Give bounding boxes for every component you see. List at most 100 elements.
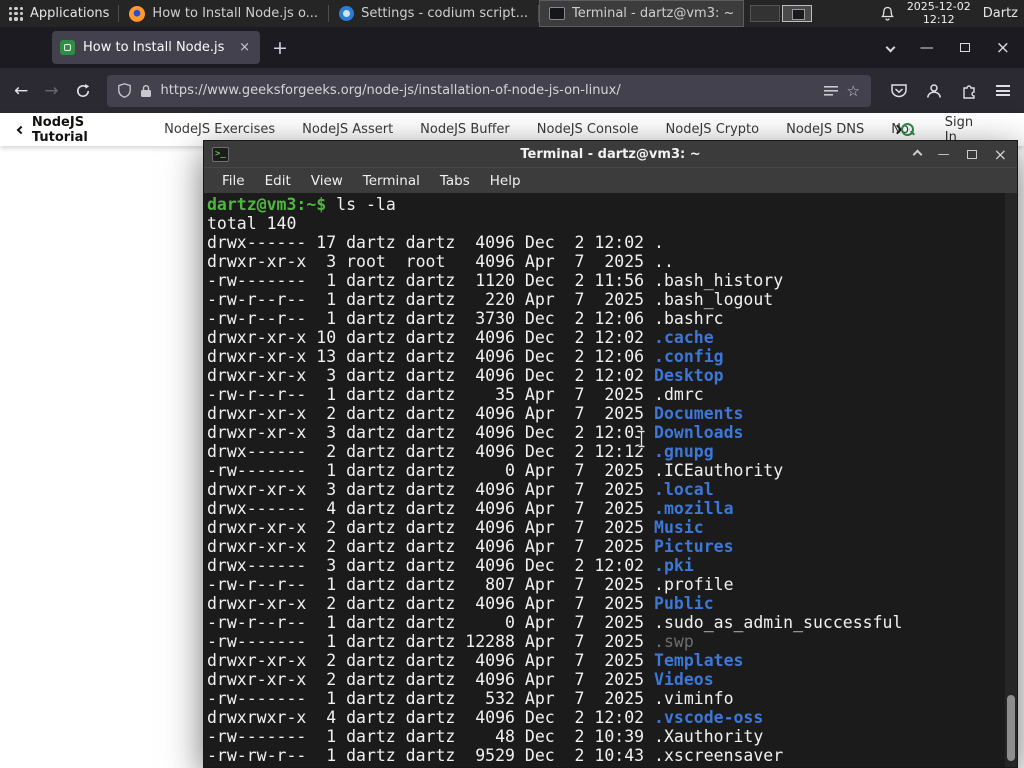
ls-file-name: .local	[654, 480, 714, 499]
terminal-scrollbar-thumb[interactable]	[1007, 695, 1015, 761]
terminal-output-line: -rw-r--r-- 1 dartz dartz 220 Apr 7 2025 …	[207, 290, 1003, 309]
pocket-icon[interactable]	[891, 83, 907, 98]
site-nav-item[interactable]: NodeJS DNS	[786, 122, 864, 137]
workspace-2[interactable]	[782, 5, 813, 22]
site-nav-item[interactable]: NodeJS Buffer	[420, 122, 510, 137]
site-nav-back[interactable]: NodeJS Tutorial	[16, 115, 142, 145]
site-nav-item[interactable]: NodeJS Console	[537, 122, 639, 137]
terminal-menu-tabs[interactable]: Tabs	[430, 173, 480, 189]
menu-hamburger-icon[interactable]	[996, 85, 1010, 96]
terminal-close-button[interactable]: ×	[994, 145, 1007, 164]
workspace-switcher[interactable]	[750, 5, 813, 22]
terminal-output-line: -rw------- 1 dartz dartz 532 Apr 7 2025 …	[207, 689, 1003, 708]
ls-line-meta: drwxr-xr-x 3 dartz dartz 4096 Apr 7 2025	[207, 480, 655, 499]
ls-line-meta: -rw------- 1 dartz dartz 48 Dec 2 10:39	[207, 727, 655, 746]
tabbar-controls: — ×	[885, 38, 1024, 58]
new-tab-button[interactable]: +	[260, 37, 300, 59]
reader-view-icon[interactable]	[823, 85, 838, 97]
window-minimize-button[interactable]: —	[920, 40, 934, 56]
terminal-menu-file[interactable]: File	[212, 173, 255, 189]
terminal-output-line: drwxr-xr-x 3 root root 4096 Apr 7 2025 .…	[207, 252, 1003, 271]
ls-line-meta: -rw-r--r-- 1 dartz dartz 3730 Dec 2 12:0…	[207, 309, 655, 328]
system-bar: Applications How to Install Node.js o...…	[0, 0, 1024, 27]
tracking-shield-icon[interactable]	[117, 83, 131, 98]
browser-tab[interactable]: How to Install Node.js on ×	[52, 31, 260, 64]
back-button[interactable]: ←	[14, 81, 28, 101]
site-nav-item[interactable]: NodeJS Assert	[302, 122, 393, 137]
ls-file-name: ..	[654, 252, 674, 271]
ls-file-name: Music	[654, 518, 704, 537]
site-nav-items: NodeJS Exercises NodeJS Assert NodeJS Buff…	[164, 122, 910, 137]
terminal-menu-terminal[interactable]: Terminal	[353, 173, 430, 189]
terminal-scrollbar[interactable]	[1005, 193, 1017, 767]
terminal-output-line: total 140	[207, 214, 1003, 233]
list-tabs-chevron-icon[interactable]	[885, 42, 896, 53]
taskbar-item-settings[interactable]: Settings - codium script...	[329, 0, 538, 27]
terminal-minimize-button[interactable]: —	[938, 147, 950, 161]
ls-line-meta: drwx------ 17 dartz dartz 4096 Dec 2 12:…	[207, 233, 655, 252]
terminal-menu-view[interactable]: View	[301, 173, 353, 189]
browser-tab-bar: How to Install Node.js on × + — ×	[0, 27, 1024, 68]
clock-date: 2025-12-02	[906, 0, 971, 13]
workspace-1[interactable]	[750, 5, 781, 22]
shell-command: ls -la	[326, 195, 396, 214]
user-name[interactable]: Dartz	[983, 6, 1018, 21]
applications-menu[interactable]: Applications	[0, 0, 118, 27]
terminal-output-line: -rw------- 1 dartz dartz 0 Apr 7 2025 .I…	[207, 461, 1003, 480]
url-text[interactable]: https://www.geeksforgeeks.org/node-js/in…	[161, 83, 815, 98]
terminal-output: total 140 drwx------ 17 dartz dartz 4096 …	[207, 214, 1003, 765]
lock-icon[interactable]	[140, 84, 152, 98]
firefox-icon	[129, 5, 146, 22]
terminal-shade-icon[interactable]	[912, 149, 923, 159]
window-maximize-button[interactable]	[959, 43, 970, 52]
site-nav-item[interactable]: NodeJS Exercises	[164, 122, 275, 137]
browser-toolbar: ← → https://www.geeksforgeeks.org/node-j…	[0, 68, 1024, 113]
terminal-maximize-button[interactable]	[966, 149, 977, 159]
taskbar-item-label: Terminal - dartz@vm3: ~	[571, 6, 735, 21]
terminal-output-line: drwx------ 2 dartz dartz 4096 Dec 2 12:1…	[207, 442, 1003, 461]
ls-line-meta: drwx------ 3 dartz dartz 4096 Dec 2 12:0…	[207, 556, 655, 575]
terminal-menu-help[interactable]: Help	[480, 173, 531, 189]
ls-file-name: .bashrc	[654, 309, 724, 328]
terminal-body[interactable]: dartz@vm3:~$ ls -la total 140 drwx------ …	[204, 193, 1017, 767]
terminal-icon	[548, 7, 565, 20]
terminal-output-line: drwxr-xr-x 2 dartz dartz 4096 Apr 7 2025…	[207, 594, 1003, 613]
bookmark-star-icon[interactable]: ☆	[847, 82, 860, 100]
search-icon[interactable]	[901, 122, 915, 137]
terminal-output-line: drwxr-xr-x 2 dartz dartz 4096 Apr 7 2025…	[207, 670, 1003, 689]
terminal-output-line: drwxrwxr-x 4 dartz dartz 4096 Dec 2 12:0…	[207, 708, 1003, 727]
site-nav-item[interactable]: NodeJS Crypto	[666, 122, 760, 137]
terminal-output-line: drwxr-xr-x 10 dartz dartz 4096 Dec 2 12:…	[207, 328, 1003, 347]
terminal-menubar: File Edit View Terminal Tabs Help	[204, 167, 1017, 193]
mouse-text-cursor	[638, 430, 645, 448]
ls-line-meta: drwxr-xr-x 13 dartz dartz 4096 Dec 2 12:…	[207, 347, 655, 366]
extensions-puzzle-icon[interactable]	[961, 83, 977, 99]
window-close-button[interactable]: ×	[996, 38, 1010, 58]
ls-file-name: .viminfo	[654, 689, 734, 708]
ls-file-name: .swp	[654, 632, 694, 651]
tab-close-icon[interactable]: ×	[237, 40, 252, 55]
terminal-output-line: -rw-rw-r-- 1 dartz dartz 9529 Dec 2 10:4…	[207, 746, 1003, 765]
notifications-bell-icon[interactable]	[880, 6, 895, 22]
system-tray: 2025-12-02 12:12 Dartz	[880, 0, 1024, 26]
ls-file-name: Templates	[654, 651, 744, 670]
ls-line-meta: drwxr-xr-x 3 dartz dartz 4096 Dec 2 12:0…	[207, 366, 655, 385]
terminal-output-line: -rw------- 1 dartz dartz 12288 Apr 7 202…	[207, 632, 1003, 651]
terminal-output-line: drwxr-xr-x 3 dartz dartz 4096 Dec 2 12:0…	[207, 423, 1003, 442]
terminal-prompt-line: dartz@vm3:~$ ls -la	[207, 195, 1003, 214]
desktop: Applications How to Install Node.js o...…	[0, 0, 1024, 768]
clock-time: 12:12	[922, 12, 955, 26]
reload-icon[interactable]	[75, 83, 91, 99]
ls-file-name: Desktop	[654, 366, 724, 385]
taskbar-item-terminal[interactable]: Terminal - dartz@vm3: ~	[538, 0, 745, 27]
taskbar-item-browser[interactable]: How to Install Node.js o...	[119, 0, 328, 27]
ls-line-meta: drwxr-xr-x 2 dartz dartz 4096 Apr 7 2025	[207, 670, 655, 689]
terminal-titlebar[interactable]: >_ Terminal - dartz@vm3: ~ — ×	[204, 141, 1017, 167]
account-icon[interactable]	[926, 83, 942, 99]
ls-file-name: Public	[654, 594, 714, 613]
clock[interactable]: 2025-12-02 12:12	[906, 0, 971, 26]
url-bar[interactable]: https://www.geeksforgeeks.org/node-js/in…	[106, 74, 871, 107]
ls-file-name: .pki	[654, 556, 694, 575]
terminal-menu-edit[interactable]: Edit	[255, 173, 301, 189]
ls-file-name: Pictures	[654, 537, 734, 556]
